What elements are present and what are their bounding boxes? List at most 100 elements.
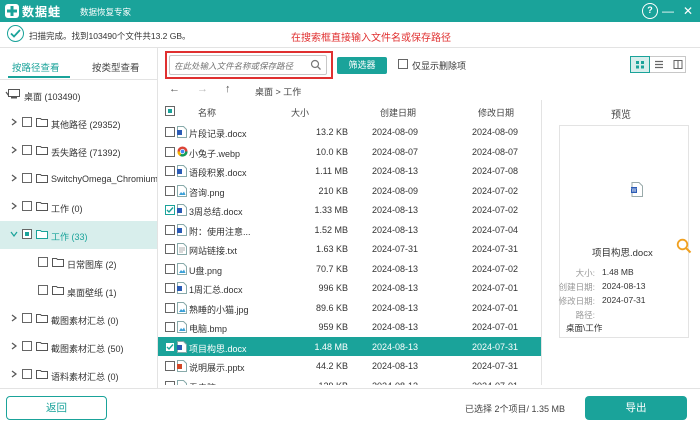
- tree-item-switchyomega[interactable]: SwitchyOmega_Chromium: [0, 165, 157, 193]
- row-checkbox[interactable]: [165, 166, 175, 176]
- chevron-right-icon[interactable]: [10, 342, 18, 350]
- navigation-bar: ← → ↑ 桌面 > 工作: [158, 80, 541, 100]
- export-button[interactable]: 导出: [585, 396, 687, 420]
- column-name[interactable]: 名称: [198, 106, 216, 119]
- tabs-divider: [0, 79, 157, 80]
- tree-checkbox[interactable]: [22, 341, 32, 351]
- row-checkbox[interactable]: [165, 322, 175, 332]
- select-all-checkbox[interactable]: [165, 106, 175, 116]
- tree-item-wallpapers[interactable]: 桌面壁纸 (1): [0, 277, 157, 305]
- table-row[interactable]: U盘.png 70.7 KB 2024-08-13 2024-07-02: [158, 259, 541, 279]
- row-checkbox[interactable]: [165, 244, 175, 254]
- list-view-button[interactable]: [650, 57, 668, 72]
- tab-by-path[interactable]: 按路径查看: [12, 60, 60, 74]
- row-checkbox[interactable]: [165, 263, 175, 274]
- tab-by-type[interactable]: 按类型查看: [92, 60, 140, 74]
- chevron-right-icon[interactable]: [10, 370, 18, 378]
- back-button[interactable]: 返回: [6, 396, 107, 420]
- row-checkbox[interactable]: [165, 283, 175, 293]
- zoom-icon[interactable]: [676, 238, 692, 254]
- word-document-icon: W: [631, 182, 643, 197]
- tree-checkbox[interactable]: [22, 229, 32, 239]
- detail-view-button[interactable]: [669, 57, 687, 72]
- row-checkbox-checked[interactable]: [165, 205, 175, 215]
- chevron-right-icon[interactable]: [10, 174, 18, 182]
- file-modified-date: 2024-07-02: [472, 205, 519, 215]
- table-row[interactable]: 咨询.png 210 KB 2024-08-09 2024-07-02: [158, 181, 541, 201]
- up-arrow-icon[interactable]: ↑: [225, 83, 231, 95]
- help-button[interactable]: ?: [642, 3, 658, 19]
- table-row[interactable]: 项目构思.docx 1.48 MB 2024-08-13 2024-07-31: [158, 336, 541, 356]
- table-row[interactable]: 说明展示.pptx 44.2 KB 2024-08-13 2024-07-31: [158, 356, 541, 376]
- meta-created-label: 创建日期:: [558, 282, 595, 292]
- row-checkbox[interactable]: [165, 146, 175, 157]
- search-input[interactable]: [174, 59, 304, 72]
- tree-checkbox[interactable]: [38, 285, 48, 295]
- table-row[interactable]: 片段记录.docx 13.2 KB 2024-08-09 2024-08-09: [158, 122, 541, 142]
- file-name: 附：使用注意...: [189, 226, 251, 237]
- file-size: 1.52 MB: [314, 224, 348, 235]
- text-icon: [177, 243, 187, 255]
- table-row[interactable]: 语段积累.docx 1.11 MB 2024-08-13 2024-07-08: [158, 161, 541, 181]
- row-checkbox[interactable]: [165, 127, 175, 137]
- breadcrumb[interactable]: 桌面 > 工作: [255, 85, 301, 98]
- chevron-right-icon[interactable]: [10, 202, 18, 210]
- row-checkbox[interactable]: [165, 185, 175, 196]
- tree-item-screenshots-50[interactable]: 截图素材汇总 (50): [0, 333, 157, 361]
- file-name: 看电脑.png: [189, 381, 269, 386]
- tree-item-work-33[interactable]: 工作 (33): [0, 221, 157, 249]
- search-hint-annotation: 在搜索框直接输入文件名或保存路径: [291, 33, 451, 44]
- back-arrow-icon[interactable]: ←: [169, 83, 180, 95]
- chevron-right-icon[interactable]: [10, 146, 18, 154]
- scan-status-text: 扫描完成。找到103490个文件共13.2 GB。: [29, 31, 191, 41]
- tree-checkbox[interactable]: [38, 257, 48, 267]
- chevron-right-icon[interactable]: [10, 314, 18, 322]
- row-checkbox[interactable]: [165, 380, 175, 385]
- chevron-down-icon[interactable]: [10, 230, 18, 238]
- tree-checkbox[interactable]: [22, 117, 32, 127]
- search-icon[interactable]: [310, 59, 322, 71]
- tree-item-label: 工作 (0): [51, 204, 83, 214]
- tree-item-other-paths[interactable]: 其他路径 (29352): [0, 109, 157, 137]
- file-created-date: 2024-08-13: [372, 263, 419, 274]
- table-row[interactable]: 3周总结.docx 1.33 MB 2024-08-13 2024-07-02: [158, 200, 541, 220]
- table-row[interactable]: 看电脑.png129 KB 2024-08-13 2024-07-01: [158, 376, 541, 386]
- filter-button[interactable]: 筛选器: [337, 57, 387, 74]
- tree-checkbox[interactable]: [22, 369, 32, 379]
- file-size: 1.33 MB: [314, 205, 348, 215]
- ppt-icon: [177, 360, 187, 372]
- tree-item-work-0[interactable]: 工作 (0): [0, 193, 157, 221]
- file-created-date: 2024-08-13: [372, 224, 419, 235]
- tree-item-corpus[interactable]: 语料素材汇总 (0): [0, 361, 157, 388]
- forward-arrow-icon[interactable]: →: [197, 83, 208, 95]
- row-checkbox[interactable]: [165, 302, 175, 313]
- tree-item-screenshots-0[interactable]: 截图素材汇总 (0): [0, 305, 157, 333]
- table-row[interactable]: 熟睡的小猫.jpg 89.6 KB 2024-08-13 2024-07-01: [158, 298, 541, 318]
- minimize-button[interactable]: —: [660, 3, 676, 19]
- table-row[interactable]: 电脑.bmp 959 KB 2024-08-13 2024-07-01: [158, 317, 541, 337]
- word-icon: [177, 340, 187, 353]
- table-row[interactable]: 1周汇总.docx 996 KB 2024-08-13 2024-07-01: [158, 278, 541, 298]
- tree-item-desktop[interactable]: 桌面 (103490): [0, 81, 157, 109]
- table-row[interactable]: 网站链接.txt 1.63 KB 2024-07-31 2024-07-31: [158, 239, 541, 259]
- column-modified[interactable]: 修改日期: [478, 106, 514, 119]
- column-size[interactable]: 大小: [291, 106, 309, 119]
- tree-item-daily-gallery[interactable]: 日常图库 (2): [0, 249, 157, 277]
- search-box[interactable]: [169, 55, 327, 75]
- file-name: 熟睡的小猫.jpg: [189, 304, 249, 315]
- table-row[interactable]: 小兔子.webp 10.0 KB 2024-08-07 2024-08-07: [158, 142, 541, 162]
- row-checkbox[interactable]: [165, 224, 175, 235]
- grid-view-button[interactable]: [630, 56, 650, 73]
- chevron-right-icon[interactable]: [10, 118, 18, 126]
- tree-checkbox[interactable]: [22, 173, 32, 183]
- close-button[interactable]: ✕: [680, 3, 696, 19]
- tree-checkbox[interactable]: [22, 145, 32, 155]
- tree-item-lost-paths[interactable]: 丢失路径 (71392): [0, 137, 157, 165]
- table-row[interactable]: 附：使用注意... 1.52 MB 2024-08-13 2024-07-04: [158, 220, 541, 240]
- only-deleted-checkbox[interactable]: [398, 59, 408, 69]
- row-checkbox[interactable]: [165, 361, 175, 371]
- row-checkbox-checked[interactable]: [165, 341, 175, 352]
- tree-checkbox[interactable]: [22, 313, 32, 323]
- column-created[interactable]: 创建日期: [380, 106, 416, 119]
- tree-checkbox[interactable]: [22, 201, 32, 211]
